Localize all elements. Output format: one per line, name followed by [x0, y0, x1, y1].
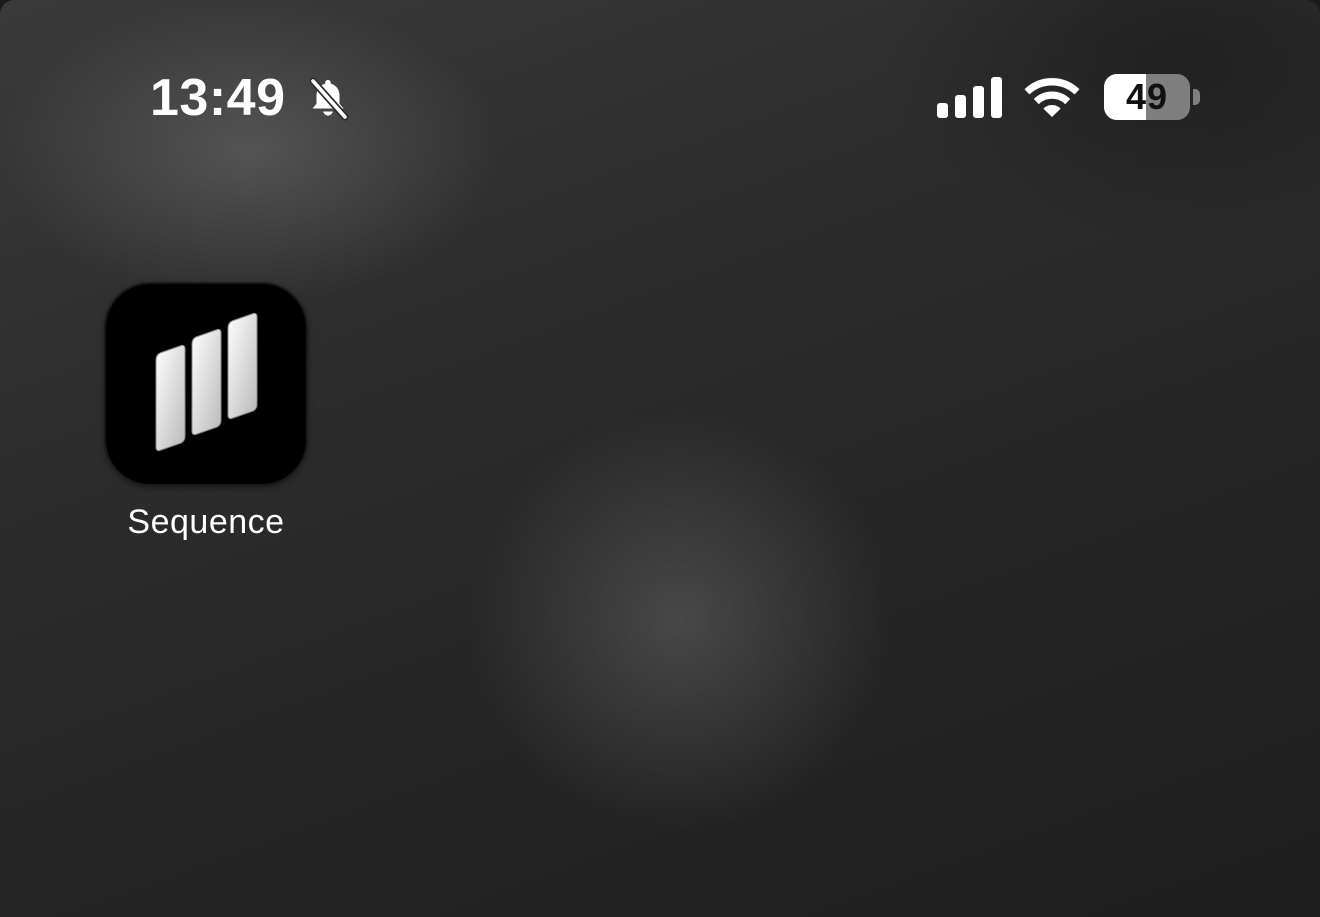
app-sequence[interactable]: Sequence	[100, 280, 312, 560]
bell-slash-icon	[309, 77, 349, 121]
cellular-signal-icon	[937, 77, 1002, 118]
wifi-icon	[1024, 78, 1080, 117]
app-label: Sequence	[127, 503, 285, 541]
home-screen: 13:49 49 Sequence	[0, 0, 1320, 917]
sequence-logo-icon	[155, 312, 258, 452]
status-bar: 13:49 49	[0, 0, 1320, 190]
battery-percentage: 49	[1125, 76, 1169, 117]
battery-body: 49	[1104, 74, 1190, 120]
battery-cap	[1193, 89, 1200, 105]
battery-icon: 49	[1104, 74, 1202, 120]
status-time: 13:49	[150, 69, 286, 127]
sequence-app-icon[interactable]	[104, 282, 308, 486]
